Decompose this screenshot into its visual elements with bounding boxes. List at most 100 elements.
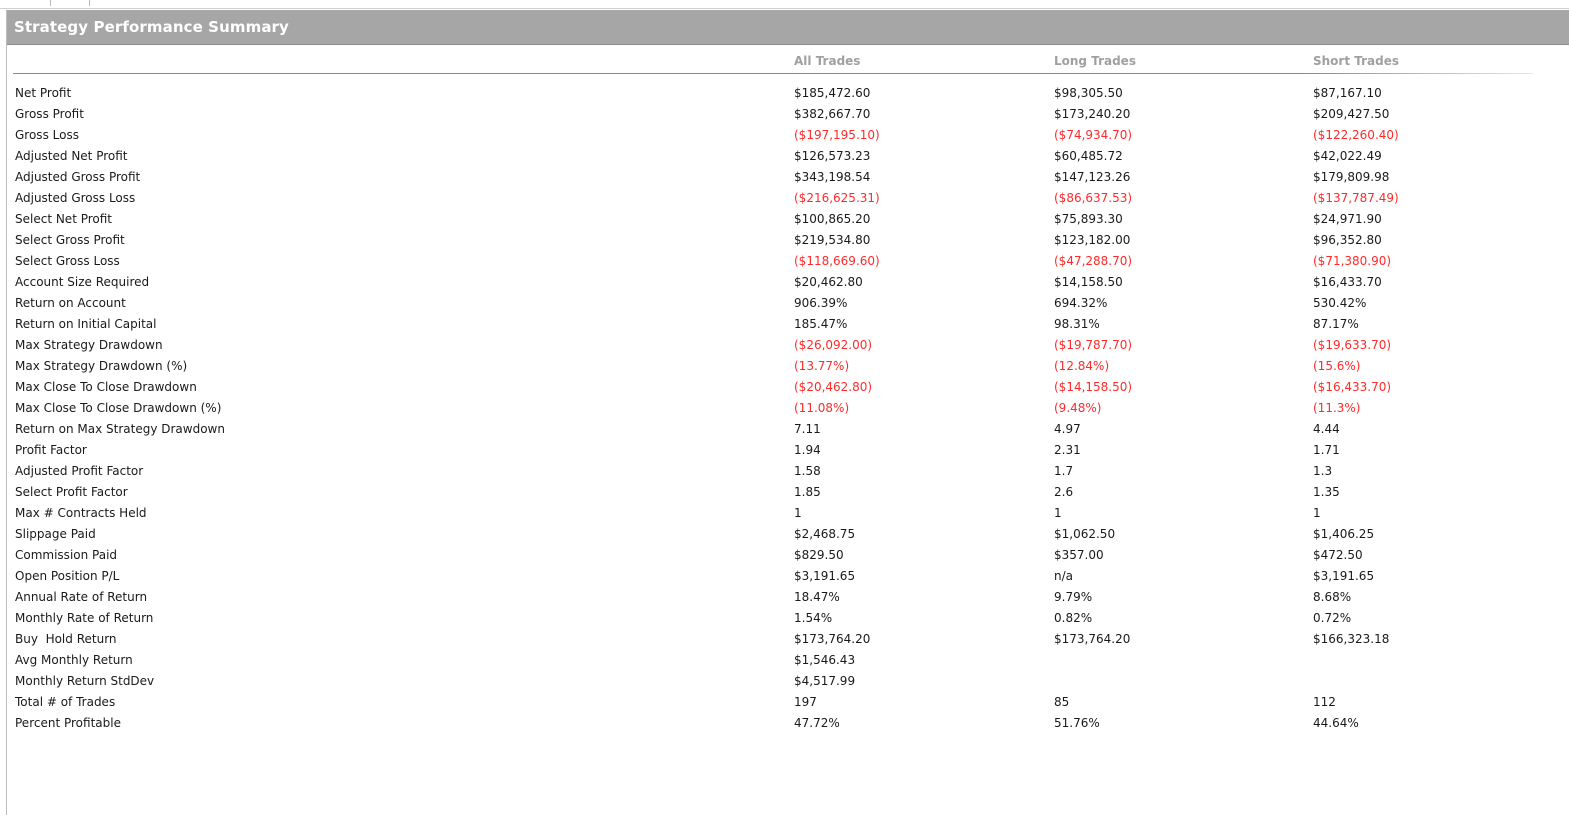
table-row: Annual Rate of Return 18.47% 9.79% 8.68% (7, 587, 1569, 608)
table-row: Max # Contracts Held 1 1 1 (7, 503, 1569, 524)
row-label: Buy Hold Return (15, 632, 117, 646)
top-border (0, 8, 1569, 9)
cell-short-trades: 4.44 (1313, 422, 1340, 436)
cell-all-trades: ($26,092.00) (794, 338, 873, 352)
tab-divider (50, 0, 51, 6)
cell-all-trades: 185.47% (794, 317, 848, 331)
table-row: Account Size Required $20,462.80 $14,158.5… (7, 272, 1569, 293)
cell-short-trades: 112 (1313, 695, 1336, 709)
column-header-long-trades: Long Trades (1054, 54, 1136, 68)
cell-long-trades: 2.31 (1054, 443, 1081, 457)
cell-short-trades: $87,167.10 (1313, 86, 1382, 100)
cell-long-trades: (9.48%) (1054, 401, 1102, 415)
table-row: Profit Factor 1.94 2.31 1.71 (7, 440, 1569, 461)
table-row: Buy Hold Return $173,764.20 $173,764.20 $16… (7, 629, 1569, 650)
row-label: Net Profit (15, 86, 72, 100)
row-label: Max Close To Close Drawdown (15, 380, 197, 394)
table-row: Slippage Paid $2,468.75 $1,062.50 $1,406.25 (7, 524, 1569, 545)
cell-all-trades: (13.77%) (794, 359, 850, 373)
row-label: Return on Max Strategy Drawdown (15, 422, 225, 436)
row-label: Commission Paid (15, 548, 118, 562)
tab-divider (89, 0, 90, 6)
cell-short-trades: ($16,433.70) (1313, 380, 1392, 394)
table-row: Return on Account 906.39% 694.32% 530.42% (7, 293, 1569, 314)
cell-long-trades: ($47,288.70) (1054, 254, 1133, 268)
metrics-table: Net Profit $185,472.60 $98,305.50 $87,167.1… (7, 83, 1569, 734)
row-label: Gross Profit (15, 107, 84, 121)
row-label: Profit Factor (15, 443, 87, 457)
title-bar: Strategy Performance Summary (7, 10, 1569, 45)
cell-short-trades: $96,352.80 (1313, 233, 1382, 247)
table-row: Avg Monthly Return $1,546.43 (7, 650, 1569, 671)
cell-short-trades: (15.6%) (1313, 359, 1361, 373)
cell-all-trades: $185,472.60 (794, 86, 871, 100)
table-row: Adjusted Gross Loss ($216,625.31) ($86,637… (7, 188, 1569, 209)
cell-short-trades: 44.64% (1313, 716, 1359, 730)
cell-long-trades: $14,158.50 (1054, 275, 1123, 289)
cell-all-trades: ($118,669.60) (794, 254, 880, 268)
row-label: Max Strategy Drawdown (15, 338, 163, 352)
table-row: Adjusted Net Profit $126,573.23 $60,485.72… (7, 146, 1569, 167)
header-divider (13, 73, 1533, 74)
cell-all-trades: ($20,462.80) (794, 380, 873, 394)
cell-all-trades: 18.47% (794, 590, 840, 604)
cell-long-trades: (12.84%) (1054, 359, 1110, 373)
cell-short-trades: $166,323.18 (1313, 632, 1390, 646)
table-row: Select Gross Loss ($118,669.60) ($47,288.7… (7, 251, 1569, 272)
cell-all-trades: $20,462.80 (794, 275, 863, 289)
row-label: Percent Profitable (15, 716, 121, 730)
cell-long-trades: $123,182.00 (1054, 233, 1131, 247)
row-label: Select Net Profit (15, 212, 113, 226)
cell-short-trades: $24,971.90 (1313, 212, 1382, 226)
page-title: Strategy Performance Summary (14, 18, 289, 36)
cell-long-trades: ($86,637.53) (1054, 191, 1133, 205)
column-header-all-trades: All Trades (794, 54, 861, 68)
table-row: Select Gross Profit $219,534.80 $123,182.0… (7, 230, 1569, 251)
cell-short-trades: $3,191.65 (1313, 569, 1375, 583)
table-row: Open Position P/L $3,191.65 n/a $3,191.65 (7, 566, 1569, 587)
cell-all-trades: $2,468.75 (794, 527, 856, 541)
cell-long-trades: $98,305.50 (1054, 86, 1123, 100)
cell-all-trades: 1.54% (794, 611, 833, 625)
cell-short-trades: $16,433.70 (1313, 275, 1382, 289)
table-row: Adjusted Profit Factor 1.58 1.7 1.3 (7, 461, 1569, 482)
cell-all-trades: 7.11 (794, 422, 821, 436)
row-label: Adjusted Profit Factor (15, 464, 144, 478)
cell-long-trades: ($19,787.70) (1054, 338, 1133, 352)
cell-long-trades: 2.6 (1054, 485, 1074, 499)
cell-all-trades: (11.08%) (794, 401, 850, 415)
cell-long-trades: $147,123.26 (1054, 170, 1131, 184)
cell-short-trades: $42,022.49 (1313, 149, 1382, 163)
cell-all-trades: $829.50 (794, 548, 844, 562)
cell-all-trades: 1.94 (794, 443, 821, 457)
cell-long-trades: 9.79% (1054, 590, 1093, 604)
table-row: Max Close To Close Drawdown (%) (11.08%) (… (7, 398, 1569, 419)
cell-long-trades: $60,485.72 (1054, 149, 1123, 163)
row-label: Adjusted Gross Loss (15, 191, 136, 205)
cell-all-trades: 1 (794, 506, 802, 520)
row-label: Select Profit Factor (15, 485, 128, 499)
cell-all-trades: $4,517.99 (794, 674, 856, 688)
cell-long-trades: $357.00 (1054, 548, 1104, 562)
cell-all-trades: $173,764.20 (794, 632, 871, 646)
row-label: Monthly Return StdDev (15, 674, 155, 688)
table-row: Max Strategy Drawdown ($26,092.00) ($19,78… (7, 335, 1569, 356)
strategy-performance-panel: Strategy Performance Summary All Trades … (6, 10, 1569, 815)
table-row: Max Close To Close Drawdown ($20,462.80) (… (7, 377, 1569, 398)
row-label: Total # of Trades (15, 695, 116, 709)
cell-all-trades: 1.58 (794, 464, 821, 478)
cell-all-trades: $343,198.54 (794, 170, 871, 184)
cell-all-trades: $3,191.65 (794, 569, 856, 583)
cell-long-trades: ($74,934.70) (1054, 128, 1133, 142)
table-row: Return on Initial Capital 185.47% 98.31% 87… (7, 314, 1569, 335)
row-label: Select Gross Profit (15, 233, 125, 247)
row-label: Account Size Required (15, 275, 150, 289)
row-label: Annual Rate of Return (15, 590, 148, 604)
table-row: Gross Profit $382,667.70 $173,240.20 $209,4… (7, 104, 1569, 125)
table-row: Commission Paid $829.50 $357.00 $472.50 (7, 545, 1569, 566)
cell-all-trades: $100,865.20 (794, 212, 871, 226)
row-label: Select Gross Loss (15, 254, 120, 268)
cell-all-trades: $382,667.70 (794, 107, 871, 121)
column-header-short-trades: Short Trades (1313, 54, 1400, 68)
cell-all-trades: $1,546.43 (794, 653, 856, 667)
